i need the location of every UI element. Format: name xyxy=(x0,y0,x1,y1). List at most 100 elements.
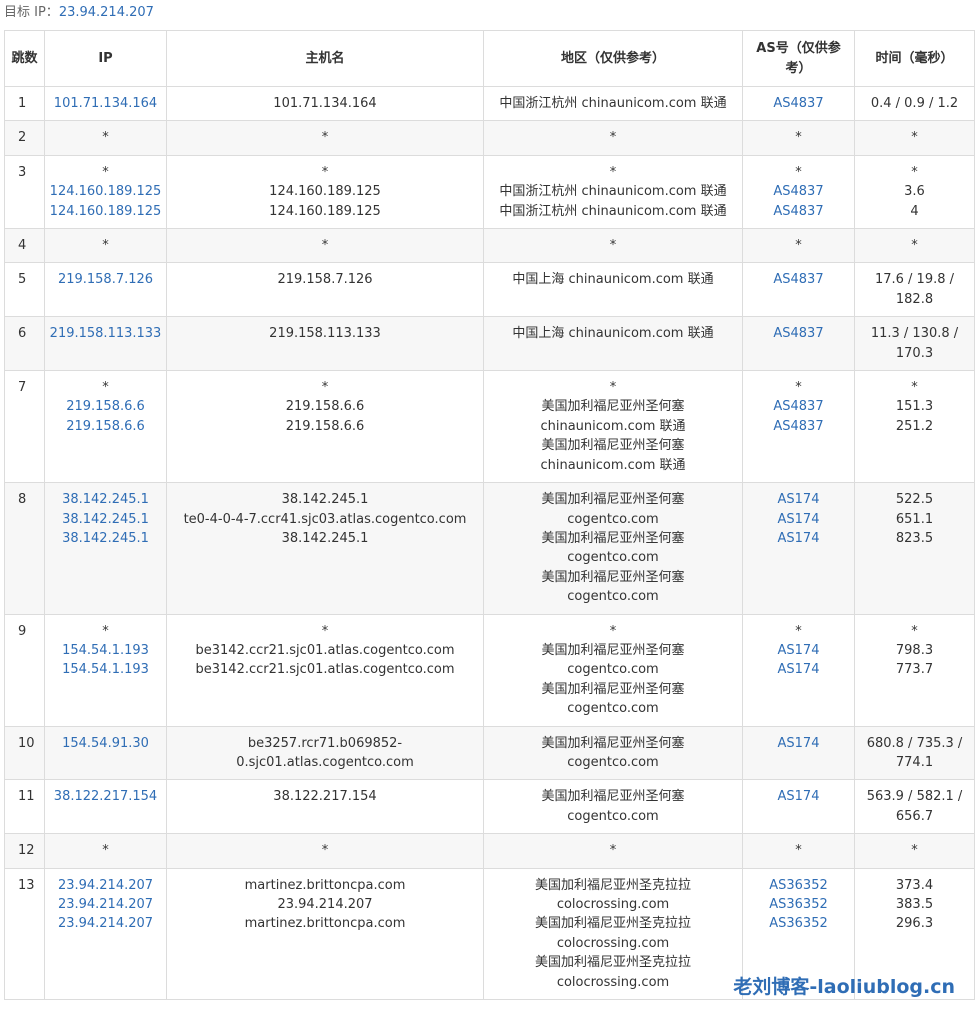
as-line[interactable]: AS174 xyxy=(747,734,850,753)
as-line[interactable]: AS36352 xyxy=(747,876,850,895)
time-line: 0.4 / 0.9 / 1.2 xyxy=(870,96,959,111)
region-line: 美国加利福尼亚州圣何塞 xyxy=(541,438,685,454)
host-line: 124.160.189.125 xyxy=(269,184,381,200)
as-line[interactable]: AS4837 xyxy=(747,182,850,201)
ip-line[interactable]: 154.54.1.193 xyxy=(49,660,162,679)
as-cell: AS4837 xyxy=(742,85,855,122)
host-cell: * xyxy=(166,833,484,869)
time-line: 383.5 xyxy=(895,897,934,912)
as-line: * xyxy=(795,238,802,254)
region-line: * xyxy=(609,843,617,859)
time-cell: 522.5 651.1 823.5 xyxy=(854,482,975,615)
ip-cell: 219.158.7.126 xyxy=(44,262,167,318)
ip-line[interactable]: 219.158.7.126 xyxy=(49,270,162,289)
region-cell: 中国上海 chinaunicom.com 联通 xyxy=(483,316,743,372)
as-line[interactable]: AS36352 xyxy=(747,914,850,933)
time-line: * xyxy=(911,130,918,146)
as-line[interactable]: AS4837 xyxy=(747,324,850,343)
region-line: 中国浙江杭州 chinaunicom.com 联通 xyxy=(499,96,727,111)
ip-line[interactable]: 38.142.245.1 xyxy=(49,490,162,509)
hop-cell: 2 xyxy=(4,120,45,156)
ip-line[interactable]: 23.94.214.207 xyxy=(49,895,162,914)
region-line: * xyxy=(609,164,617,180)
host-line: be3142.ccr21.sjc01.atlas.cogentco.com xyxy=(195,642,455,658)
region-line: 美国加利福尼亚州圣何塞 xyxy=(541,492,685,508)
ip-line[interactable]: 124.160.189.125 xyxy=(49,182,162,201)
time-line: * xyxy=(911,843,918,859)
as-line[interactable]: AS174 xyxy=(747,490,850,509)
ip-line[interactable]: 219.158.6.6 xyxy=(49,397,162,416)
time-line: * xyxy=(911,164,918,180)
host-cell: 101.71.134.164 xyxy=(166,85,484,122)
as-cell: AS174 AS174 AS174 xyxy=(742,482,855,615)
as-line[interactable]: AS4837 xyxy=(747,417,850,436)
ip-line[interactable]: 23.94.214.207 xyxy=(49,914,162,933)
host-line: * xyxy=(321,843,329,859)
host-line: 219.158.7.126 xyxy=(277,272,373,288)
time-cell: * 151.3 251.2 xyxy=(854,370,975,484)
region-line: chinaunicom.com 联通 xyxy=(540,418,686,434)
as-line[interactable]: AS36352 xyxy=(747,895,850,914)
ip-line[interactable]: 219.158.6.6 xyxy=(49,417,162,436)
hop-cell: 3 xyxy=(4,154,45,230)
ip-line[interactable]: 124.160.189.125 xyxy=(49,202,162,221)
ip-line: * xyxy=(102,164,109,180)
ip-line[interactable]: 38.142.245.1 xyxy=(49,529,162,548)
time-cell: * 3.6 4 xyxy=(854,154,975,230)
ip-line[interactable]: 38.122.217.154 xyxy=(49,787,162,806)
region-line: 美国加利福尼亚州圣克拉拉 xyxy=(534,877,691,893)
region-cell: 美国加利福尼亚州圣何塞 cogentco.com 美国加利福尼亚州圣何塞 cogent… xyxy=(483,482,743,615)
region-line: cogentco.com xyxy=(567,662,659,678)
as-line[interactable]: AS4837 xyxy=(747,397,850,416)
as-cell: * xyxy=(742,120,855,156)
header-region: 地区（仅供参考） xyxy=(483,30,743,87)
host-line: 101.71.134.164 xyxy=(273,96,377,111)
region-line: 美国加利福尼亚州圣克拉拉 xyxy=(534,955,691,971)
region-line: * xyxy=(609,380,617,396)
host-line: te0-4-0-4-7.ccr41.sjc03.atlas.cogentco.c… xyxy=(183,511,467,527)
region-line: cogentco.com xyxy=(567,701,659,717)
region-line: * xyxy=(609,623,617,639)
ip-line[interactable]: 38.142.245.1 xyxy=(49,510,162,529)
time-line: 373.4 xyxy=(895,877,934,893)
hop-cell: 5 xyxy=(4,262,45,318)
as-line[interactable]: AS174 xyxy=(747,641,850,660)
as-line[interactable]: AS4837 xyxy=(747,270,850,289)
ip-line[interactable]: 154.54.91.30 xyxy=(49,734,162,753)
region-line: 美国加利福尼亚州圣何塞 xyxy=(541,789,685,805)
ip-line[interactable]: 101.71.134.164 xyxy=(49,94,162,113)
region-cell: 中国上海 chinaunicom.com 联通 xyxy=(483,262,743,318)
ip-line[interactable]: 154.54.1.193 xyxy=(49,641,162,660)
as-cell: * xyxy=(742,228,855,264)
table-row: 6 219.158.113.133 219.158.113.133 中国上海 chin… xyxy=(4,316,975,372)
host-line: be3257.rcr71.b069852-0.sjc01.atlas.cogen… xyxy=(236,735,414,770)
ip-line[interactable]: 219.158.113.133 xyxy=(49,324,162,343)
region-line: 美国加利福尼亚州圣何塞 xyxy=(541,530,685,546)
time-cell: 680.8 / 735.3 / 774.1 xyxy=(854,725,975,781)
as-line[interactable]: AS4837 xyxy=(747,94,850,113)
time-line: 3.6 xyxy=(904,184,925,200)
as-line: * xyxy=(795,130,802,146)
region-cell: 中国浙江杭州 chinaunicom.com 联通 xyxy=(483,85,743,122)
as-line[interactable]: AS174 xyxy=(747,529,850,548)
time-cell: 17.6 / 19.8 / 182.8 xyxy=(854,262,975,318)
ip-line[interactable]: 23.94.214.207 xyxy=(49,876,162,895)
as-line[interactable]: AS174 xyxy=(747,787,850,806)
hop-cell: 7 xyxy=(4,370,45,484)
as-line[interactable]: AS4837 xyxy=(747,202,850,221)
region-line: 美国加利福尼亚州圣何塞 xyxy=(541,399,685,415)
host-cell: be3257.rcr71.b069852-0.sjc01.atlas.cogen… xyxy=(166,725,484,781)
host-line: 219.158.6.6 xyxy=(285,418,365,434)
header-host: 主机名 xyxy=(166,30,484,87)
host-line: martinez.brittoncpa.com xyxy=(244,877,406,893)
as-line[interactable]: AS174 xyxy=(747,660,850,679)
target-ip-link[interactable]: 23.94.214.207 xyxy=(59,5,154,20)
host-line: 38.122.217.154 xyxy=(273,789,377,805)
table-row: 7 * 219.158.6.6 219.158.6.6 * 219.158.6.6 219.… xyxy=(4,370,975,484)
as-line[interactable]: AS174 xyxy=(747,510,850,529)
host-line: * xyxy=(321,380,329,396)
time-line: 522.5 xyxy=(895,492,934,508)
time-line: 251.2 xyxy=(895,418,934,434)
host-line: 219.158.113.133 xyxy=(269,326,381,342)
as-line: * xyxy=(795,843,802,859)
